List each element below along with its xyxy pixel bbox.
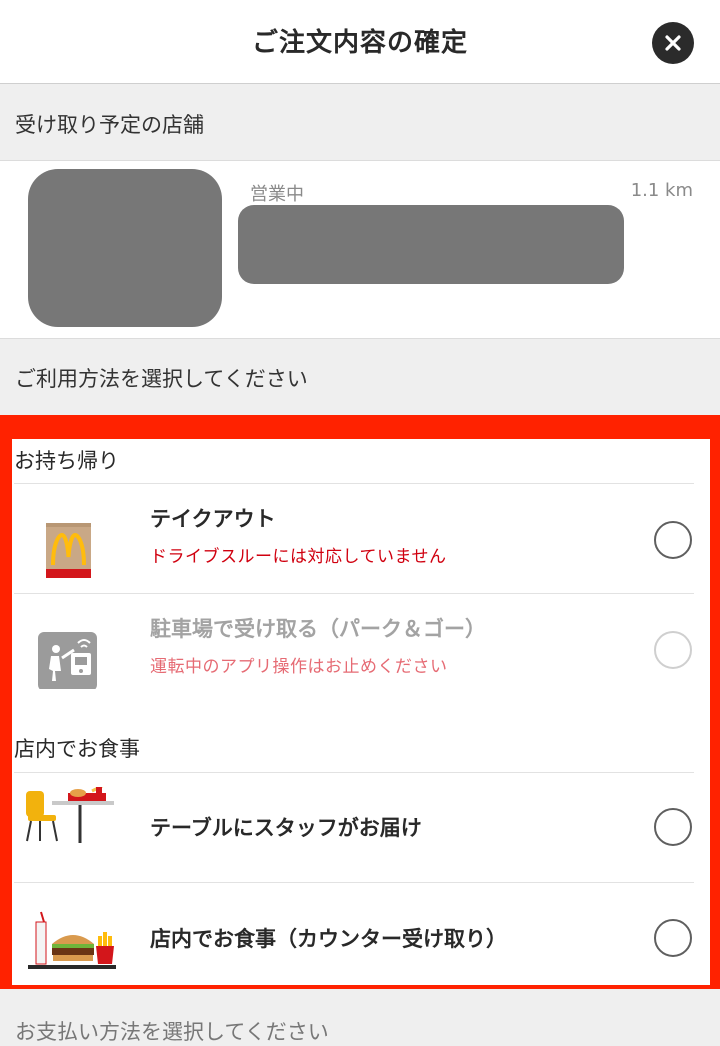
group-label-takeaway: お持ち帰り [14,449,119,473]
table-delivery-icon [22,783,118,867]
option-title: テーブルにスタッフがお届け [150,816,422,840]
counter-meal-icon [22,898,118,978]
divider [14,483,694,484]
option-note: ドライブスルーには対応していません [150,547,447,567]
header-bar: ご注文内容の確定 [0,0,720,84]
usage-options-panel: お持ち帰り テイクアウト ドライブスルーには対応していません 駐車場で受け取る（… [12,439,710,985]
group-label-dine-in: 店内でお食事 [14,737,140,761]
park-and-go-icon [22,609,118,691]
radio-button[interactable] [654,521,692,559]
store-image-redacted [28,169,222,327]
divider [14,593,694,594]
store-status: 営業中 [250,184,304,205]
option-title: テイクアウト [150,507,276,531]
radio-button[interactable] [654,808,692,846]
option-counter-pickup[interactable]: 店内でお食事（カウンター受け取り） [12,884,710,992]
store-section-heading: 受け取り予定の店舗 [0,85,720,160]
option-table-delivery[interactable]: テーブルにスタッフがお届け [12,773,710,881]
payment-section-heading: お支払い方法を選択してください [15,1020,329,1044]
option-takeout[interactable]: テイクアウト ドライブスルーには対応していません [12,485,710,593]
store-name-redacted [238,205,624,284]
radio-button[interactable] [654,919,692,957]
page-title: ご注文内容の確定 [251,28,468,58]
takeout-bag-icon [22,499,118,579]
option-title: 駐車場で受け取る（パーク＆ゴー） [150,617,486,641]
radio-button [654,631,692,669]
option-title: 店内でお食事（カウンター受け取り） [150,927,507,951]
store-card[interactable]: 営業中 1.1 km [0,160,720,339]
close-button[interactable] [652,22,694,64]
divider [14,882,694,883]
store-distance: 1.1 km [630,180,693,201]
usage-section-heading: ご利用方法を選択してください [0,339,720,415]
close-icon [665,35,681,51]
option-park-and-go: 駐車場で受け取る（パーク＆ゴー） 運転中のアプリ操作はお止めください [12,595,710,703]
option-note: 運転中のアプリ操作はお止めください [150,657,448,677]
